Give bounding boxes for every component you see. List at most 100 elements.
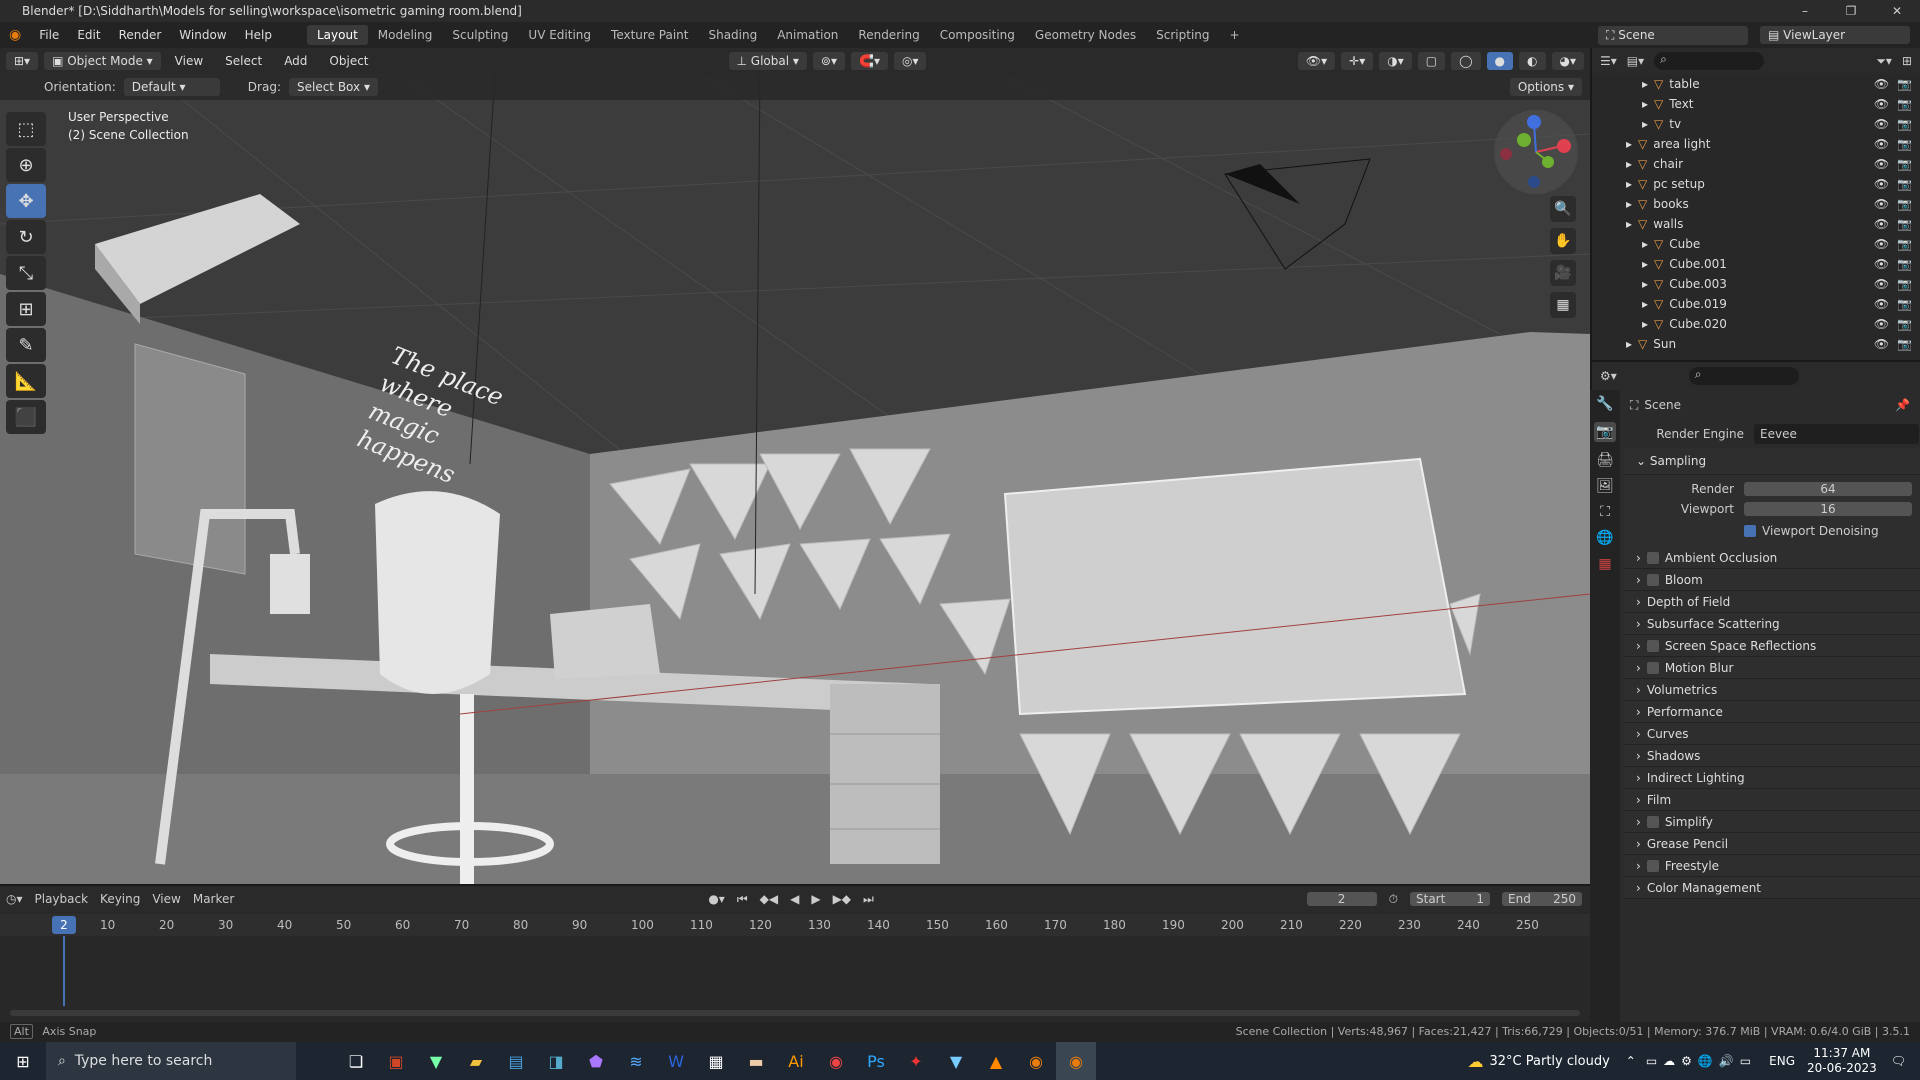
camera-icon[interactable]: 📷 [1897, 257, 1912, 271]
outliner-row[interactable]: ▸ ▽ Cube.020 👁 📷 [1592, 314, 1920, 334]
camera-icon[interactable]: 📷 [1897, 77, 1912, 91]
rotate-icon[interactable]: ↻ [6, 220, 46, 254]
panel-row[interactable]: › Depth of Field [1624, 591, 1920, 613]
pin-icon[interactable]: 📌 [1895, 398, 1910, 412]
stopwatch-icon[interactable]: ⏱ [1389, 892, 1398, 907]
display-mode-icon[interactable]: ▤▾ [1627, 54, 1644, 68]
options-button[interactable]: Options ▾ [1509, 78, 1582, 96]
measure-icon[interactable]: 📐 [6, 364, 46, 398]
panel-row[interactable]: › Grease Pencil [1624, 833, 1920, 855]
filter-icon[interactable]: ⏷▾ [1876, 54, 1892, 69]
ortho-grid-icon[interactable]: ▦ [1550, 292, 1576, 318]
viewport-denoising-checkbox[interactable] [1744, 525, 1756, 537]
move-icon[interactable]: ✥ [6, 184, 46, 218]
tab-layout[interactable]: Layout [306, 25, 368, 45]
powerpoint-icon[interactable]: ▣ [376, 1042, 416, 1080]
world-tab-icon[interactable]: 🌐 [1596, 530, 1613, 546]
outliner-row[interactable]: ▸ ▽ pc setup 👁 📷 [1592, 174, 1920, 194]
taskbar-search-box[interactable]: ⌕ Type here to search [46, 1042, 296, 1080]
pan-hand-icon[interactable]: ✋ [1550, 228, 1576, 254]
word-icon[interactable]: W [656, 1042, 696, 1080]
clock[interactable]: 11:37 AM 20-06-2023 [1807, 1046, 1877, 1076]
menu-help[interactable]: Help [236, 28, 281, 42]
jump-end-icon[interactable]: ⏭ [863, 892, 874, 907]
record-icon[interactable]: ●▾ [708, 892, 725, 906]
snap-icon[interactable]: 🧲▾ [851, 52, 888, 70]
camera-icon[interactable]: 📷 [1897, 277, 1912, 291]
camera-view-icon[interactable]: 🎥 [1550, 260, 1576, 286]
illustrator-icon[interactable]: Ai [776, 1042, 816, 1080]
expand-arrow-icon[interactable]: ▸ [1592, 97, 1654, 111]
tab-uv-editing[interactable]: UV Editing [518, 25, 601, 45]
current-frame-field[interactable]: 2 [1306, 892, 1377, 906]
outliner-row[interactable]: ▸ ▽ Cube.001 👁 📷 [1592, 254, 1920, 274]
weather-text[interactable]: 32°C Partly cloudy [1490, 1054, 1610, 1069]
cursor-icon[interactable]: ⊕ [6, 148, 46, 182]
eye-icon[interactable]: 👁 [1874, 257, 1889, 271]
outliner-row[interactable]: ▸ ▽ Text 👁 📷 [1592, 94, 1920, 114]
eye-icon[interactable]: 👁 [1874, 197, 1889, 211]
tab-rendering[interactable]: Rendering [848, 25, 929, 45]
chrome-icon[interactable]: ◉ [816, 1042, 856, 1080]
camera-icon[interactable]: 📷 [1897, 117, 1912, 131]
play-reverse-icon[interactable]: ◀ [790, 892, 799, 906]
panel-checkbox[interactable] [1646, 573, 1659, 586]
annotate-icon[interactable]: ✎ [6, 328, 46, 362]
outliner-search[interactable]: ⌕ [1654, 52, 1765, 70]
expand-arrow-icon[interactable]: ▸ [1592, 77, 1654, 91]
drag-selector[interactable]: Select Box ▾ [288, 78, 378, 96]
menu-playback[interactable]: Playback [35, 892, 89, 906]
add-cube-icon[interactable]: ⬛ [6, 400, 46, 434]
camera-icon[interactable]: 📷 [1897, 137, 1912, 151]
camera-icon[interactable]: 📷 [1897, 317, 1912, 331]
render-engine-selector[interactable]: Eevee [1754, 424, 1919, 444]
output-tab-icon[interactable]: 🖨 [1596, 452, 1614, 468]
eye-icon[interactable]: 👁 [1874, 97, 1889, 111]
expand-arrow-icon[interactable]: ▸ [1592, 217, 1638, 231]
outliner-row[interactable]: ▸ ▽ area light 👁 📷 [1592, 134, 1920, 154]
eye-icon[interactable]: 👁 [1874, 137, 1889, 151]
panel-row[interactable]: › Color Management [1624, 877, 1920, 899]
menu-select[interactable]: Select [217, 54, 270, 68]
visibility-icon[interactable]: 👁▾ [1297, 52, 1336, 70]
eye-icon[interactable]: 👁 [1874, 117, 1889, 131]
shading-material-icon[interactable]: ◐ [1519, 52, 1546, 70]
weather-icon[interactable]: ☁ [1468, 1052, 1484, 1071]
panel-row[interactable]: › Screen Space Reflections [1624, 635, 1920, 657]
panel-row[interactable]: › Simplify [1624, 811, 1920, 833]
menu-edit[interactable]: Edit [68, 28, 109, 42]
outliner-row[interactable]: ▸ ▽ Cube.019 👁 📷 [1592, 294, 1920, 314]
zoom-icon[interactable]: 🔍 [1550, 196, 1576, 222]
texture-tab-icon[interactable]: ▦ [1598, 556, 1611, 572]
menu-keying[interactable]: Keying [100, 892, 140, 906]
orientation-selector[interactable]: Default ▾ [123, 78, 220, 96]
tray-chevron-icon[interactable]: ⌃ [1626, 1054, 1636, 1068]
scene-tab-icon[interactable]: ⛶ [1600, 504, 1610, 520]
language-indicator[interactable]: ENG [1769, 1054, 1795, 1068]
tab-geometry-nodes[interactable]: Geometry Nodes [1025, 25, 1146, 45]
panel-checkbox[interactable] [1646, 815, 1659, 828]
camera-icon[interactable]: 📷 [1897, 177, 1912, 191]
outliner-row[interactable]: ▸ ▽ tv 👁 📷 [1592, 114, 1920, 134]
tab-scripting[interactable]: Scripting [1146, 25, 1219, 45]
panel-sampling[interactable]: ⌄ Sampling [1624, 448, 1920, 475]
close-button[interactable]: ✕ [1874, 0, 1920, 22]
tab-modeling[interactable]: Modeling [368, 25, 443, 45]
app-icon-purple[interactable]: ⬟ [576, 1042, 616, 1080]
outliner-editor-icon[interactable]: ☰▾ [1600, 54, 1617, 68]
timeline-scrollbar[interactable] [10, 1010, 1580, 1016]
prev-keyframe-icon[interactable]: ◆◀ [760, 892, 778, 906]
expand-arrow-icon[interactable]: ▸ [1592, 137, 1638, 151]
eye-icon[interactable]: 👁 [1874, 317, 1889, 331]
panel-checkbox[interactable] [1646, 551, 1659, 564]
tab-compositing[interactable]: Compositing [930, 25, 1025, 45]
overlay-icon[interactable]: ◑▾ [1379, 52, 1412, 70]
menu-timeline-view[interactable]: View [152, 892, 180, 906]
shading-rendered-icon[interactable]: ◕▾ [1551, 52, 1584, 70]
blender-taskbar-icon[interactable]: ◉ [1016, 1042, 1056, 1080]
playhead[interactable]: 2 [52, 916, 76, 934]
app-icon-red[interactable]: ✦ [896, 1042, 936, 1080]
menu-file[interactable]: File [30, 28, 68, 42]
scale-icon[interactable]: ⤡ [6, 256, 46, 290]
shading-solid-icon[interactable]: ● [1486, 52, 1514, 70]
